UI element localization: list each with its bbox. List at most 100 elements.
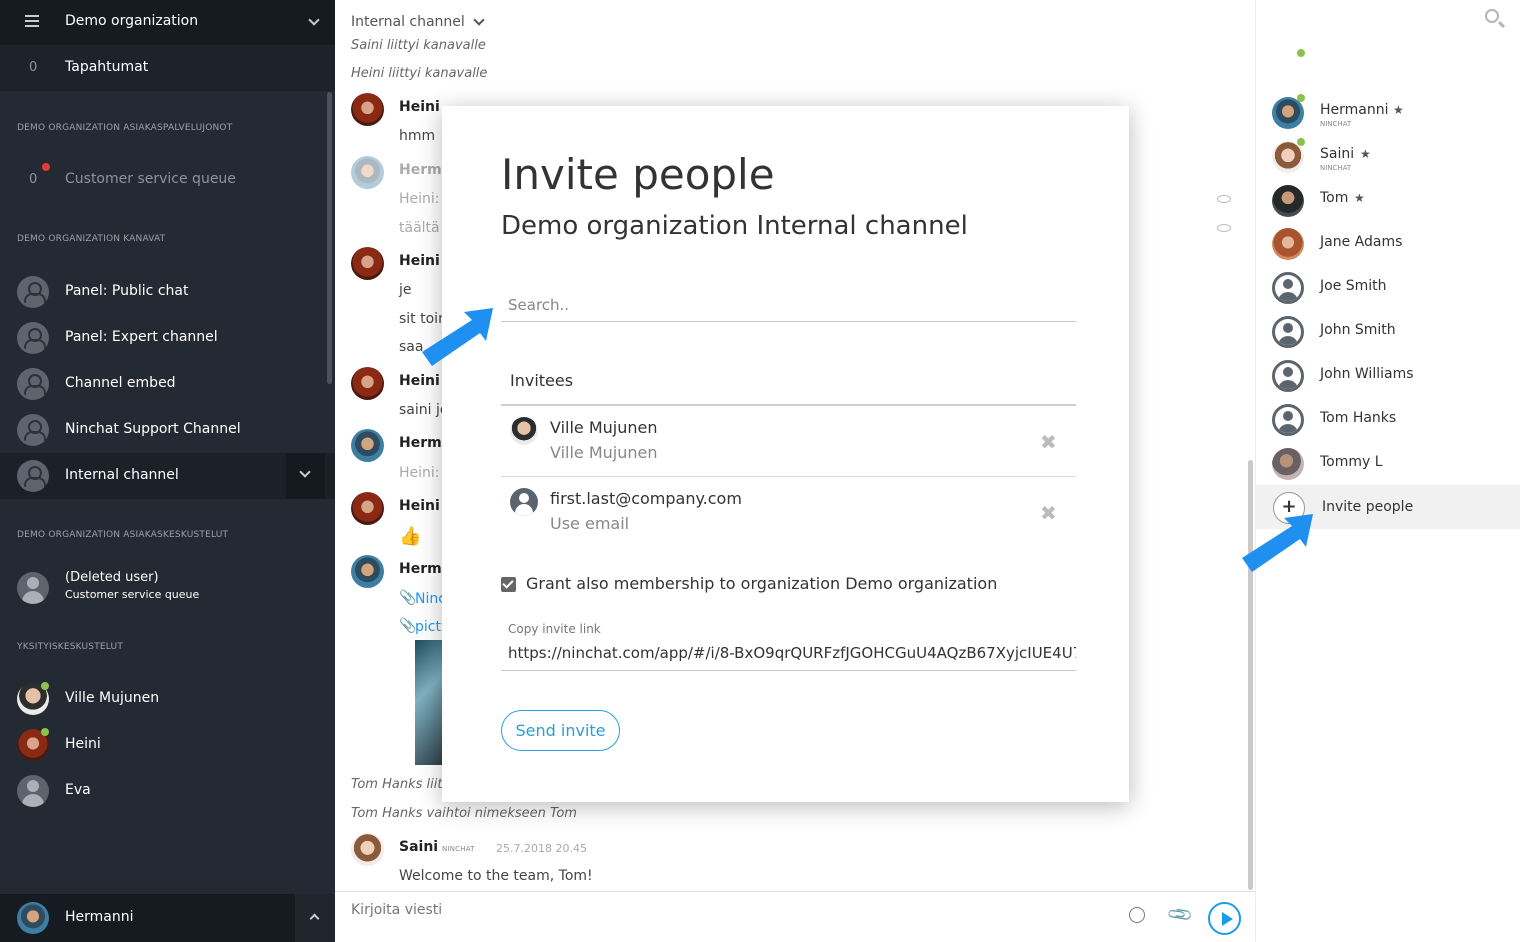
message-author: Heini xyxy=(399,99,440,115)
membership-label: Grant also membership to organization De… xyxy=(526,574,998,593)
member-name: Jane Adams xyxy=(1320,234,1403,250)
menu-icon[interactable] xyxy=(25,15,39,30)
avatar xyxy=(351,93,384,126)
sidebar: Demo organization 0 Tapahtumat DEMO ORGA… xyxy=(0,0,335,942)
private-label: Ville Mujunen xyxy=(65,690,160,706)
member-name: John Williams xyxy=(1320,366,1414,382)
compose-placeholder[interactable]: Kirjoita viesti xyxy=(351,902,442,918)
message-text: Heini: I xyxy=(399,191,449,207)
message-text: hmm xyxy=(399,128,436,144)
chevron-up-icon xyxy=(309,913,320,924)
send-button[interactable] xyxy=(1208,902,1241,935)
channel-label: Panel: Public chat xyxy=(65,283,189,299)
attach-icon[interactable]: 📎 xyxy=(1166,901,1195,930)
events-label: Tapahtumat xyxy=(65,59,149,75)
private-label: Eva xyxy=(65,782,91,798)
online-dot xyxy=(1297,138,1305,146)
ninchat-badge: NINCHAT xyxy=(442,845,475,853)
group-icon xyxy=(17,276,49,308)
channel-title[interactable]: Internal channel xyxy=(351,14,465,30)
user-icon xyxy=(1272,404,1304,436)
message-timestamp: 25.7.2018 20.45 xyxy=(496,842,587,855)
system-message: Tom Hanks vaihtoi nimekseen Tom xyxy=(351,806,577,821)
message-composer[interactable]: Kirjoita viesti 📎 xyxy=(335,891,1255,942)
star-icon: ★ xyxy=(1360,147,1371,161)
system-message: Heini liittyi kanavalle xyxy=(351,66,488,81)
member-name: Tommy L xyxy=(1320,454,1383,470)
channels-heading: DEMO ORGANIZATION KANAVAT xyxy=(17,234,166,244)
member-name: Saini xyxy=(1320,146,1355,162)
online-dot xyxy=(41,728,49,736)
conversations-heading: DEMO ORGANIZATION ASIAKASKESKUSTELUT xyxy=(17,530,229,540)
invitee-sub: Ville Mujunen xyxy=(550,443,658,462)
org-switcher[interactable]: Demo organization xyxy=(0,0,335,45)
avatar xyxy=(351,555,384,588)
remove-icon[interactable]: ✖ xyxy=(1040,501,1057,525)
image-attachment[interactable] xyxy=(415,640,445,765)
user-icon xyxy=(1272,316,1304,348)
group-icon xyxy=(17,322,49,354)
channel-label: Panel: Expert channel xyxy=(65,329,218,345)
sidebar-item-events[interactable]: 0 Tapahtumat xyxy=(0,45,335,91)
invite-link-field[interactable]: https://ninchat.com/app/#/i/8-BxO9qrQURF… xyxy=(501,641,1076,671)
message-text: täältä xyxy=(399,220,440,236)
remove-icon[interactable]: ✖ xyxy=(1040,430,1057,454)
member-panel: Hermanni ★ NINCHAT Saini ★ NINCHAT Tom ★… xyxy=(1255,0,1520,942)
invitee-name: first.last@company.com xyxy=(550,489,742,508)
invite-label: Invite people xyxy=(1322,499,1414,515)
org-title: Demo organization xyxy=(65,13,199,29)
chevron-down-icon xyxy=(299,466,311,478)
member-name: Tom xyxy=(1320,190,1349,206)
online-dot xyxy=(41,682,49,690)
emoji-icon[interactable] xyxy=(1129,907,1145,923)
channel-label: Channel embed xyxy=(65,375,176,391)
user-menu-button[interactable] xyxy=(295,894,335,942)
system-message: Tom Hanks liitt xyxy=(351,777,448,792)
avatar xyxy=(351,833,384,866)
chevron-down-icon[interactable] xyxy=(473,14,485,26)
seen-icon xyxy=(1217,195,1231,203)
invitee-sub: Use email xyxy=(550,514,630,533)
avatar xyxy=(510,417,538,445)
avatar xyxy=(351,156,384,189)
message-author: Heini xyxy=(399,253,440,269)
avatar xyxy=(351,492,384,525)
conversation-name: (Deleted user) xyxy=(65,570,159,585)
search-icon[interactable] xyxy=(1485,9,1499,23)
attachment-icon: 📎 xyxy=(399,618,417,634)
group-icon xyxy=(17,414,49,446)
divider xyxy=(501,404,1076,406)
star-icon: ★ xyxy=(1393,103,1404,117)
channel-options-button[interactable] xyxy=(286,453,325,499)
online-dot xyxy=(1297,49,1305,57)
private-label: Heini xyxy=(65,736,101,752)
seen-icon xyxy=(1217,224,1231,232)
queue-label: Customer service queue xyxy=(65,171,236,187)
message-author: Heini xyxy=(399,373,440,389)
group-icon xyxy=(17,368,49,400)
user-icon xyxy=(1272,360,1304,392)
sidebar-item-internal-channel[interactable]: Internal channel xyxy=(0,453,335,499)
member-name: Tom Hanks xyxy=(1320,410,1397,426)
message-author: Heini xyxy=(399,498,440,514)
send-invite-button[interactable]: Send invite xyxy=(501,710,620,751)
dialog-subtitle: Demo organization Internal channel xyxy=(501,211,968,241)
divider xyxy=(501,476,1076,477)
chevron-down-icon[interactable] xyxy=(308,14,320,26)
member-name: John Smith xyxy=(1320,322,1396,338)
queues-heading: DEMO ORGANIZATION ASIAKASPALVELUJONOT xyxy=(17,123,233,133)
private-heading: YKSITYISKESKUSTELUT xyxy=(17,642,124,652)
current-user-bar[interactable]: Hermanni xyxy=(0,894,335,942)
current-user-name: Hermanni xyxy=(65,909,134,925)
avatar xyxy=(1272,185,1304,217)
queue-alert-dot xyxy=(42,163,50,171)
invite-dialog: Invite people Demo organization Internal… xyxy=(442,106,1129,802)
membership-checkbox[interactable] xyxy=(501,577,516,592)
search-input[interactable] xyxy=(501,288,1076,322)
star-icon: ★ xyxy=(1354,191,1365,205)
conversation-sub: Customer service queue xyxy=(65,588,200,601)
attachment-link[interactable]: pict xyxy=(415,619,441,635)
message-text: Heini: I xyxy=(399,465,449,481)
sidebar-scrollbar[interactable] xyxy=(327,92,332,384)
message-text: Welcome to the team, Tom! xyxy=(399,868,593,884)
